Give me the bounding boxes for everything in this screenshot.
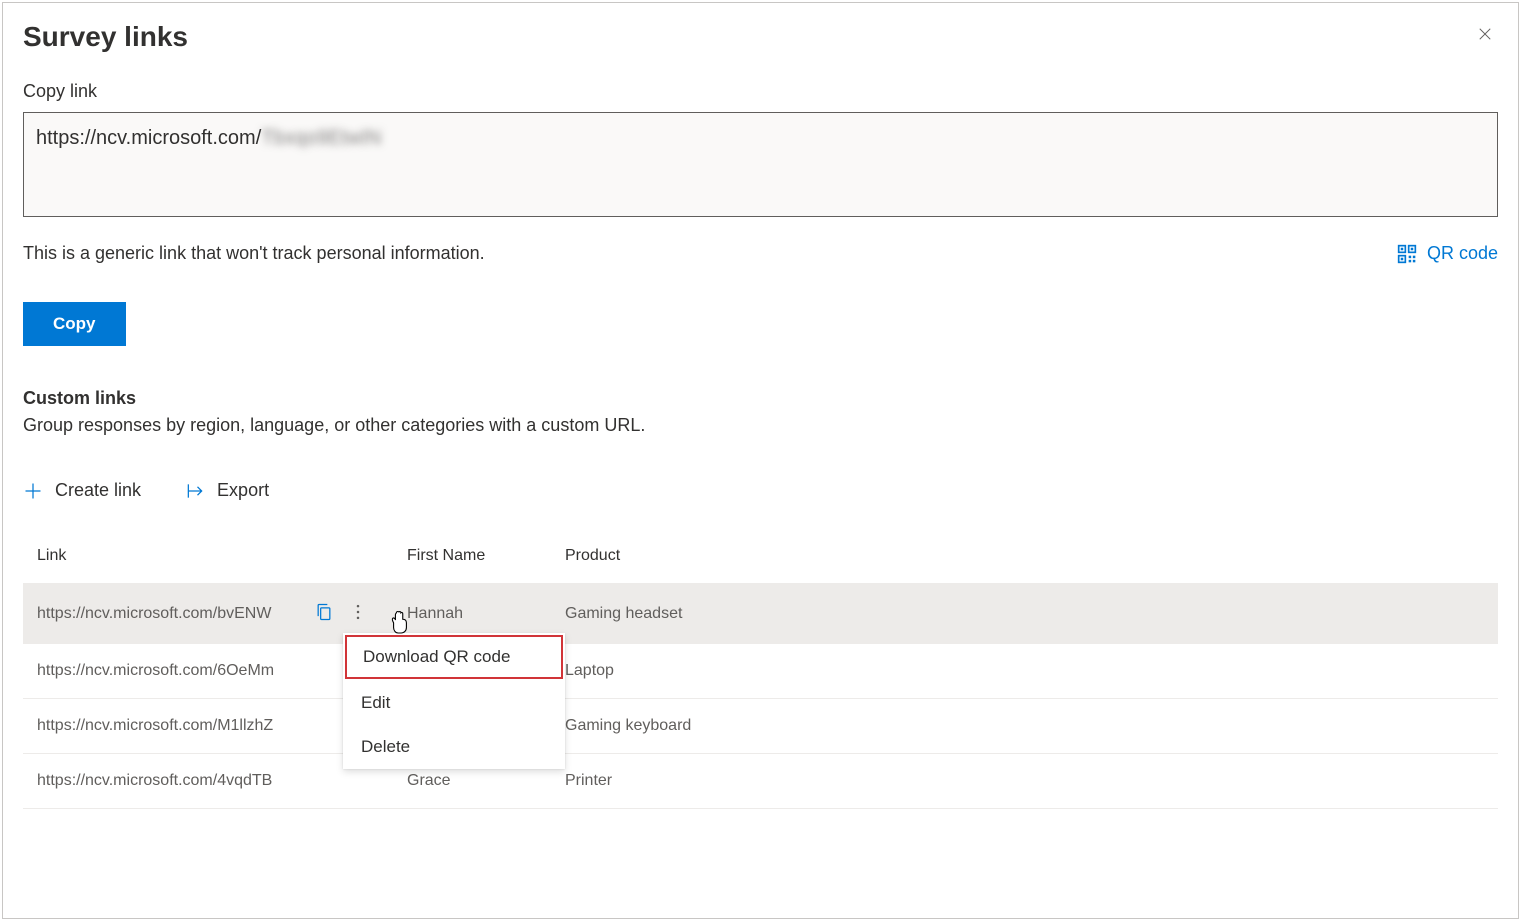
- qr-code-label: QR code: [1427, 243, 1498, 264]
- copy-icon: [314, 602, 334, 622]
- close-icon: [1476, 25, 1494, 43]
- export-icon: [185, 481, 205, 501]
- link-text: https://ncv.microsoft.com/4vqdTB: [37, 772, 300, 790]
- link-url-obscured: Tbxqo9EtwIN: [261, 127, 381, 149]
- cell-link: https://ncv.microsoft.com/bvENW: [37, 602, 407, 625]
- link-text: https://ncv.microsoft.com/bvENW: [37, 605, 300, 623]
- th-product: Product: [565, 547, 1484, 565]
- th-first-name: First Name: [407, 547, 565, 565]
- plus-icon: [23, 481, 43, 501]
- survey-links-panel: Survey links Copy link https://ncv.micro…: [2, 2, 1519, 919]
- menu-edit[interactable]: Edit: [343, 681, 565, 725]
- table-row[interactable]: https://ncv.microsoft.com/6OeMm Laptop: [23, 644, 1498, 699]
- cell-first-name: Hannah: [407, 605, 565, 623]
- custom-links-desc: Group responses by region, language, or …: [23, 415, 1498, 436]
- table-row[interactable]: https://ncv.microsoft.com/4vqdTB GracePri…: [23, 754, 1498, 809]
- table-header: Link First Name Product: [23, 537, 1498, 584]
- cell-first-name: Grace: [407, 772, 565, 790]
- close-button[interactable]: [1472, 21, 1498, 50]
- helper-row: This is a generic link that won't track …: [23, 243, 1498, 264]
- export-button[interactable]: Export: [185, 480, 269, 501]
- panel-title: Survey links: [23, 21, 188, 53]
- copy-button[interactable]: Copy: [23, 302, 126, 346]
- link-text: https://ncv.microsoft.com/6OeMm: [37, 662, 300, 680]
- cell-product: Gaming keyboard: [565, 717, 1484, 735]
- row-more-button[interactable]: [348, 602, 368, 625]
- link-url-prefix: https://ncv.microsoft.com/: [36, 127, 261, 149]
- th-link: Link: [37, 547, 407, 565]
- cell-product: Laptop: [565, 662, 1484, 680]
- create-link-label: Create link: [55, 480, 141, 501]
- custom-links-title: Custom links: [23, 388, 1498, 409]
- link-input[interactable]: https://ncv.microsoft.com/Tbxqo9EtwIN: [23, 112, 1498, 217]
- table-row[interactable]: https://ncv.microsoft.com/M1llzhZ Gaming …: [23, 699, 1498, 754]
- panel-header: Survey links: [23, 21, 1498, 81]
- helper-text: This is a generic link that won't track …: [23, 243, 485, 264]
- cell-product: Gaming headset: [565, 605, 1484, 623]
- table-row[interactable]: https://ncv.microsoft.com/bvENW HannahGam…: [23, 584, 1498, 644]
- link-text: https://ncv.microsoft.com/M1llzhZ: [37, 717, 300, 735]
- menu-download-qr[interactable]: Download QR code: [345, 635, 563, 679]
- qr-icon: [1397, 244, 1417, 264]
- copy-link-icon-button[interactable]: [314, 602, 334, 625]
- qr-code-link[interactable]: QR code: [1397, 243, 1498, 264]
- more-vertical-icon: [348, 602, 368, 622]
- copy-link-label: Copy link: [23, 81, 1498, 102]
- cell-product: Printer: [565, 772, 1484, 790]
- table-body: https://ncv.microsoft.com/bvENWHannahGam…: [23, 584, 1498, 809]
- custom-actions: Create link Export: [23, 480, 1498, 501]
- custom-links-table: Link First Name Product https://ncv.micr…: [23, 537, 1498, 809]
- cell-link: https://ncv.microsoft.com/4vqdTB: [37, 772, 407, 790]
- menu-delete[interactable]: Delete: [343, 725, 565, 769]
- export-label: Export: [217, 480, 269, 501]
- row-context-menu: Download QR code Edit Delete: [343, 633, 565, 769]
- create-link-button[interactable]: Create link: [23, 480, 141, 501]
